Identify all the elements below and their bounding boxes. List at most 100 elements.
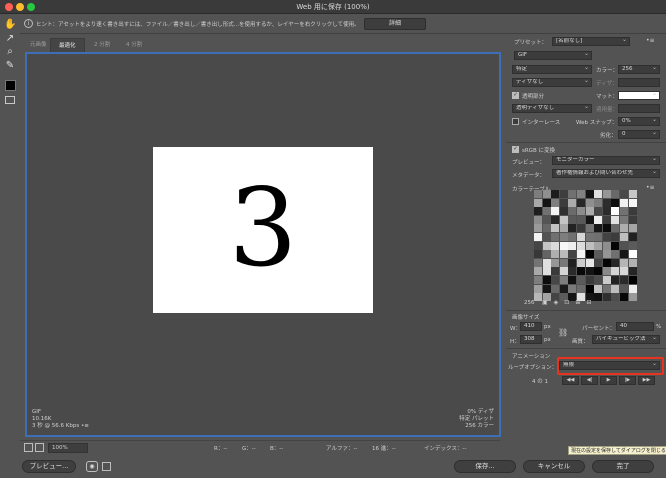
color-swatch[interactable] <box>551 224 560 233</box>
save-button[interactable]: 保存... <box>454 460 516 473</box>
color-swatch[interactable] <box>568 241 577 250</box>
color-swatch[interactable] <box>628 284 637 293</box>
zoom-level-select[interactable]: 100% <box>48 443 88 453</box>
color-swatch[interactable] <box>628 276 637 284</box>
web-shift-icon[interactable]: ◈ <box>554 299 565 306</box>
zoom-tool-icon[interactable]: ⌕ <box>4 46 16 58</box>
color-swatch[interactable] <box>611 224 620 233</box>
color-swatch[interactable] <box>577 215 585 224</box>
color-swatch[interactable] <box>577 198 585 207</box>
color-swatch[interactable] <box>542 250 551 259</box>
color-swatch[interactable] <box>577 276 585 284</box>
color-swatch[interactable] <box>568 233 577 241</box>
websnap-select[interactable]: 0% <box>618 117 660 126</box>
color-swatch[interactable] <box>534 224 542 233</box>
preview-color-select[interactable]: モニターカラー <box>552 156 660 165</box>
transparency-checkbox[interactable]: ✓ <box>512 92 519 99</box>
color-swatch[interactable] <box>534 215 542 224</box>
color-swatch[interactable] <box>594 250 603 259</box>
zoom-in-icon[interactable] <box>35 443 44 452</box>
color-swatch[interactable] <box>551 241 560 250</box>
color-swatch[interactable] <box>620 293 628 302</box>
color-swatch[interactable] <box>602 258 611 267</box>
color-swatch[interactable] <box>585 267 594 276</box>
color-swatch[interactable] <box>559 276 568 284</box>
color-swatch[interactable] <box>534 250 542 259</box>
color-swatch[interactable] <box>620 284 628 293</box>
color-swatch[interactable] <box>620 233 628 241</box>
color-swatch[interactable] <box>551 250 560 259</box>
color-swatch[interactable] <box>534 276 542 284</box>
color-swatch[interactable] <box>620 276 628 284</box>
color-swatch[interactable] <box>611 233 620 241</box>
color-swatch[interactable] <box>542 207 551 216</box>
color-swatch[interactable] <box>577 267 585 276</box>
lock-color-icon[interactable]: ⊡ <box>564 299 575 306</box>
color-swatch[interactable] <box>594 224 603 233</box>
color-swatch[interactable] <box>559 190 568 198</box>
color-swatch[interactable] <box>620 207 628 216</box>
color-swatch[interactable] <box>620 190 628 198</box>
color-swatch[interactable] <box>542 198 551 207</box>
color-swatch[interactable] <box>585 284 594 293</box>
color-swatch[interactable] <box>577 258 585 267</box>
color-swatch[interactable] <box>585 258 594 267</box>
color-swatch[interactable] <box>534 190 542 198</box>
color-swatch[interactable] <box>551 233 560 241</box>
color-swatch[interactable] <box>628 198 637 207</box>
metadata-select[interactable]: 著作権情報および問い合わせ先 <box>552 169 660 178</box>
play-button[interactable]: ▶ <box>600 376 617 385</box>
color-swatch[interactable] <box>611 250 620 259</box>
color-swatch[interactable] <box>594 215 603 224</box>
color-swatch[interactable] <box>602 215 611 224</box>
color-swatch[interactable] <box>594 207 603 216</box>
transparency-dither-select[interactable]: 透明ディザなし <box>512 104 592 113</box>
tab-optimized[interactable]: 最適化 <box>50 38 85 52</box>
zoom-out-icon[interactable] <box>24 443 33 452</box>
color-swatch[interactable] <box>611 258 620 267</box>
color-swatch[interactable] <box>611 284 620 293</box>
preview-button[interactable]: プレビュー... <box>22 460 76 473</box>
color-swatch[interactable] <box>585 241 594 250</box>
color-swatch[interactable] <box>611 276 620 284</box>
color-swatch[interactable] <box>534 198 542 207</box>
color-swatch[interactable] <box>602 198 611 207</box>
color-swatch[interactable] <box>559 258 568 267</box>
slice-select-tool-icon[interactable]: ↗ <box>4 33 16 45</box>
hand-tool-icon[interactable]: ✋ <box>4 19 16 31</box>
color-swatch[interactable] <box>551 267 560 276</box>
color-swatch[interactable] <box>577 241 585 250</box>
color-swatch[interactable] <box>559 284 568 293</box>
color-swatch[interactable] <box>602 224 611 233</box>
color-swatch[interactable] <box>602 207 611 216</box>
color-swatch[interactable] <box>585 190 594 198</box>
color-swatch[interactable] <box>559 250 568 259</box>
color-swatch[interactable] <box>628 258 637 267</box>
color-swatch[interactable] <box>568 198 577 207</box>
color-swatch[interactable] <box>611 293 620 302</box>
color-swatch[interactable] <box>594 241 603 250</box>
eyedropper-tool-icon[interactable]: ✎ <box>4 60 16 72</box>
color-swatch[interactable] <box>602 233 611 241</box>
color-swatch[interactable] <box>602 241 611 250</box>
color-swatch[interactable] <box>585 215 594 224</box>
browser-select-icon[interactable] <box>102 462 111 471</box>
color-swatch[interactable] <box>534 258 542 267</box>
color-swatch[interactable] <box>594 267 603 276</box>
download-speed-menu-icon[interactable]: •≡ <box>81 423 89 429</box>
color-swatch[interactable] <box>551 198 560 207</box>
color-swatch[interactable] <box>594 233 603 241</box>
color-swatch[interactable] <box>620 224 628 233</box>
color-swatch[interactable] <box>568 215 577 224</box>
color-swatch[interactable] <box>611 207 620 216</box>
color-swatch[interactable] <box>568 207 577 216</box>
color-swatch[interactable] <box>585 207 594 216</box>
color-swatch[interactable] <box>534 207 542 216</box>
color-swatch[interactable] <box>534 284 542 293</box>
matte-select[interactable] <box>618 91 660 100</box>
color-swatch[interactable] <box>534 267 542 276</box>
color-swatch[interactable] <box>620 215 628 224</box>
color-swatch[interactable] <box>628 224 637 233</box>
last-frame-button[interactable]: ▶▶ <box>638 376 655 385</box>
lossy-select[interactable]: 0 <box>618 130 660 139</box>
